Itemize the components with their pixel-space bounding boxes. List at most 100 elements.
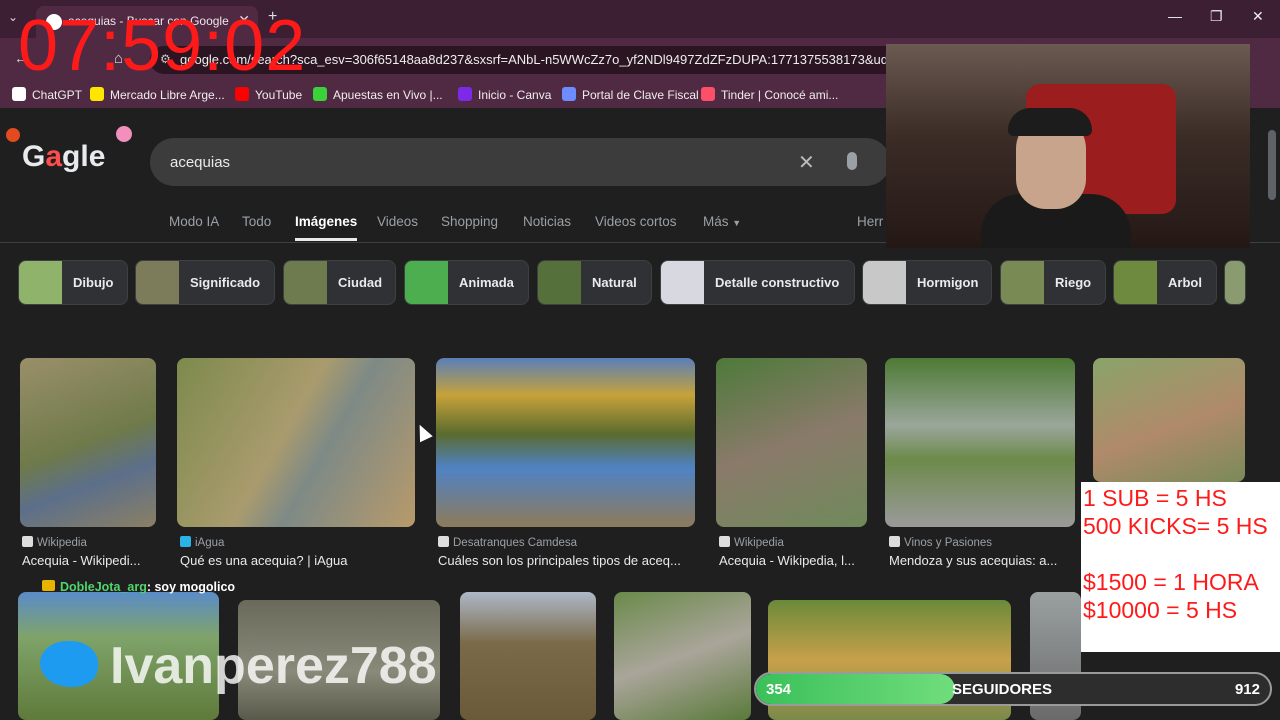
rule-line: $10000 = 5 HS: [1083, 597, 1238, 623]
chip-animada[interactable]: Animada: [404, 260, 529, 305]
afip-icon: [562, 87, 576, 101]
doodle-fruit-icon: [6, 128, 20, 142]
chip-label: Detalle constructivo: [715, 275, 840, 290]
tab-videos[interactable]: Videos: [377, 214, 418, 229]
rule-line: [1083, 540, 1280, 568]
minimize-icon[interactable]: —: [1168, 8, 1182, 24]
subathon-rules-panel: 1 SUB = 5 HS 500 KICKS= 5 HS $1500 = 1 H…: [1081, 482, 1280, 652]
source-label: iAgua: [195, 537, 225, 549]
chip-significado[interactable]: Significado: [135, 260, 275, 305]
clear-search-icon[interactable]: ✕: [798, 150, 815, 175]
streamer-cap: [1008, 108, 1092, 136]
youtube-icon: [235, 87, 249, 101]
chip-detalle-constructivo[interactable]: Detalle constructivo: [660, 260, 855, 305]
google-doodle-logo[interactable]: Gagle: [22, 140, 105, 174]
bookmark-canva[interactable]: Inicio - Canva: [458, 87, 551, 102]
tab-todo[interactable]: Todo: [242, 214, 271, 229]
iagua-icon: [180, 536, 191, 547]
result-caption[interactable]: Acequia - Wikipedia, l...: [719, 553, 867, 568]
chip-riego[interactable]: Riego: [1000, 260, 1106, 305]
result-image[interactable]: [177, 358, 415, 527]
chip-natural[interactable]: Natural: [537, 260, 652, 305]
bookmark-youtube[interactable]: YouTube: [235, 87, 302, 102]
search-input[interactable]: acequias: [170, 154, 230, 171]
mercadolibre-icon: [90, 87, 104, 101]
source-label: Vinos y Pasiones: [904, 537, 993, 549]
result-image[interactable]: [716, 358, 867, 527]
tab-imagenes[interactable]: Imágenes: [295, 214, 358, 241]
result-source[interactable]: Wikipedia: [719, 536, 784, 549]
bookmark-tinder[interactable]: Tinder | Conocé ami...: [701, 87, 838, 102]
chip-arbol[interactable]: Arbol: [1113, 260, 1217, 305]
bookmark-mercadolibre[interactable]: Mercado Libre Arge...: [90, 87, 225, 102]
bookmark-label: Tinder | Conocé ami...: [721, 88, 839, 102]
result-image[interactable]: [1093, 358, 1245, 482]
follower-goal-bar: 354 SEGUIDORES 912: [754, 672, 1272, 706]
tab-mas-label: Más: [703, 214, 729, 229]
result-source[interactable]: Vinos y Pasiones: [889, 536, 992, 549]
bookmark-apuestas[interactable]: Apuestas en Vivo |...: [313, 87, 443, 102]
chat-text: : soy mogolico: [146, 580, 236, 594]
rule-line: 500 KICKS= 5 HS: [1083, 513, 1268, 539]
restore-icon[interactable]: ❐: [1210, 8, 1223, 25]
rule-line: 1 SUB = 5 HS: [1083, 485, 1227, 511]
tab-modo-ia[interactable]: Modo IA: [169, 214, 219, 229]
goal-current: 354: [766, 681, 792, 698]
result-caption[interactable]: Acequia - Wikipedi...: [22, 553, 152, 568]
chip-more[interactable]: [1224, 260, 1246, 305]
scrollbar[interactable]: [1268, 130, 1276, 200]
tab-noticias[interactable]: Noticias: [523, 214, 571, 229]
bookmark-label: Apuestas en Vivo |...: [333, 88, 443, 102]
result-image[interactable]: [614, 592, 751, 720]
bookmark-clave-fiscal[interactable]: Portal de Clave Fiscal: [562, 87, 699, 102]
goal-target: 912: [1234, 681, 1260, 698]
chip-label: Animada: [459, 275, 514, 290]
webcam-overlay: [886, 44, 1250, 248]
tab-herramientas[interactable]: Herr: [857, 214, 883, 229]
chip-label: Natural: [592, 275, 637, 290]
chip-thumbnail: [136, 261, 179, 304]
result-image[interactable]: [20, 358, 156, 527]
chat-username: DobleJota_arg: [60, 580, 147, 594]
result-caption[interactable]: Cuáles son los principales tipos de aceq…: [438, 553, 698, 568]
twitter-handle: Ivanperez788: [110, 637, 437, 695]
subathon-timer: 07:59:02: [18, 6, 307, 86]
bookmark-chatgpt[interactable]: ChatGPT: [12, 87, 82, 102]
tab-mas[interactable]: Más ▼: [703, 214, 741, 229]
rule-line: $1500 = 1 HORA: [1083, 569, 1259, 595]
bookmark-label: ChatGPT: [32, 88, 83, 102]
chip-hormigon[interactable]: Hormigon: [862, 260, 992, 305]
result-source[interactable]: Desatranques Camdesa: [438, 536, 577, 549]
chip-ciudad[interactable]: Ciudad: [283, 260, 396, 305]
chip-label: Dibujo: [73, 275, 114, 290]
chip-thumbnail: [1225, 261, 1245, 304]
chip-label: Riego: [1055, 275, 1092, 290]
chip-dibujo[interactable]: Dibujo: [18, 260, 128, 305]
tab-shopping[interactable]: Shopping: [441, 214, 498, 229]
tab-list-icon[interactable]: ⌄: [8, 10, 18, 24]
chip-thumbnail: [661, 261, 704, 304]
chat-message: DobleJota_arg: soy mogolico: [42, 580, 235, 594]
subscriber-badge-icon: [42, 580, 55, 591]
result-image[interactable]: [436, 358, 695, 527]
result-image[interactable]: [460, 592, 596, 720]
chip-thumbnail: [19, 261, 62, 304]
chip-thumbnail: [538, 261, 581, 304]
chip-thumbnail: [1001, 261, 1044, 304]
source-label: Desatranques Camdesa: [453, 537, 578, 549]
dropdown-icon: ▼: [732, 218, 742, 228]
result-caption[interactable]: Qué es una acequia? | iAgua: [180, 553, 420, 568]
result-image[interactable]: [885, 358, 1075, 527]
result-caption[interactable]: Mendoza y sus acequias: a...: [889, 553, 1069, 568]
result-source[interactable]: iAgua: [180, 536, 224, 549]
result-source[interactable]: Wikipedia: [22, 536, 87, 549]
doodle-flower-icon: [116, 126, 132, 142]
wikipedia-icon: [719, 536, 730, 547]
chip-thumbnail: [405, 261, 448, 304]
tab-videos-cortos[interactable]: Videos cortos: [595, 214, 677, 229]
vinos-y-pasiones-icon: [889, 536, 900, 547]
search-box[interactable]: acequias ✕: [150, 138, 890, 186]
chip-thumbnail: [863, 261, 906, 304]
close-window-icon[interactable]: ✕: [1252, 8, 1264, 25]
microphone-icon[interactable]: [847, 152, 857, 170]
